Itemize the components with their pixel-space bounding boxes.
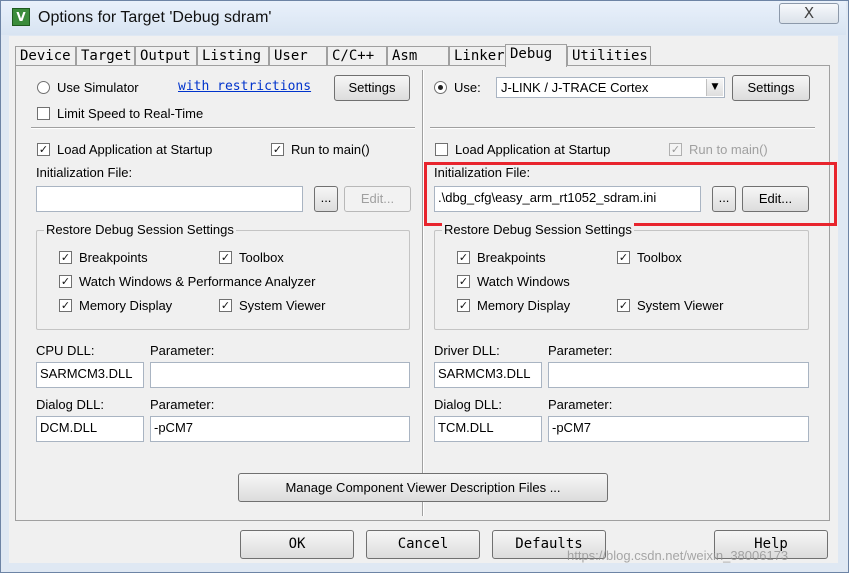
left-watch-windows-label: Watch Windows & Performance Analyzer xyxy=(79,274,316,289)
check-icon: ✓ xyxy=(60,251,71,264)
check-icon: ✓ xyxy=(458,251,469,264)
tab-asm[interactable]: Asm xyxy=(387,46,449,66)
right-dialog-dll-input[interactable]: TCM.DLL xyxy=(434,416,542,442)
manage-component-viewer-button[interactable]: Manage Component Viewer Description File… xyxy=(238,473,608,502)
simulator-settings-button[interactable]: Settings xyxy=(334,75,410,101)
use-driver-label: Use: xyxy=(454,80,481,95)
left-memory-display-checkbox[interactable]: ✓ xyxy=(59,299,72,312)
tab-listing[interactable]: Listing xyxy=(197,46,269,66)
close-icon: X xyxy=(803,4,815,22)
driver-parameter-label: Parameter: xyxy=(548,343,613,358)
close-button[interactable]: X xyxy=(779,3,839,24)
check-icon: ✓ xyxy=(38,143,49,156)
tab-device[interactable]: Device xyxy=(15,46,76,66)
tab-debug[interactable]: Debug xyxy=(505,44,567,67)
right-dialog-parameter-input[interactable]: -pCM7 xyxy=(548,416,809,442)
vertical-divider xyxy=(422,70,423,516)
check-icon: ✓ xyxy=(458,275,469,288)
use-simulator-radio[interactable] xyxy=(37,81,50,94)
left-breakpoints-checkbox[interactable]: ✓ xyxy=(59,251,72,264)
check-icon: ✓ xyxy=(618,299,629,312)
check-icon: ✓ xyxy=(272,143,283,156)
right-load-application-label: Load Application at Startup xyxy=(455,142,611,157)
driver-parameter-input[interactable] xyxy=(548,362,809,388)
check-icon: ✓ xyxy=(60,275,71,288)
tab-linker[interactable]: Linker xyxy=(449,46,507,66)
ok-button[interactable]: OK xyxy=(240,530,354,559)
left-toolbox-checkbox[interactable]: ✓ xyxy=(219,251,232,264)
debug-driver-select[interactable]: J-LINK / J-TRACE Cortex ▼ xyxy=(496,77,725,98)
right-toolbox-checkbox[interactable]: ✓ xyxy=(617,251,630,264)
check-icon: ✓ xyxy=(618,251,629,264)
right-system-viewer-checkbox[interactable]: ✓ xyxy=(617,299,630,312)
check-icon: ✓ xyxy=(220,299,231,312)
right-memory-display-label: Memory Display xyxy=(477,298,571,313)
left-dialog-parameter-label: Parameter: xyxy=(150,397,215,412)
left-watch-windows-checkbox[interactable]: ✓ xyxy=(59,275,72,288)
tab-output[interactable]: Output xyxy=(135,46,197,66)
left-run-to-main-label: Run to main() xyxy=(291,142,370,157)
chevron-down-icon[interactable]: ▼ xyxy=(706,79,723,96)
left-toolbox-label: Toolbox xyxy=(239,250,284,265)
left-load-application-checkbox[interactable]: ✓ xyxy=(37,143,50,156)
left-breakpoints-label: Breakpoints xyxy=(79,250,148,265)
right-breakpoints-checkbox[interactable]: ✓ xyxy=(457,251,470,264)
cpu-dll-input[interactable]: SARMCM3.DLL xyxy=(36,362,144,388)
right-system-viewer-label: System Viewer xyxy=(637,298,724,313)
watermark-text: https://blog.csdn.net/weixin_38006173 xyxy=(567,548,789,563)
left-load-application-label: Load Application at Startup xyxy=(57,142,213,157)
right-run-to-main-label: Run to main() xyxy=(689,142,768,157)
driver-dll-input[interactable]: SARMCM3.DLL xyxy=(434,362,542,388)
check-icon: ✓ xyxy=(670,143,681,156)
right-separator xyxy=(430,127,815,128)
limit-speed-label: Limit Speed to Real-Time xyxy=(57,106,204,121)
tab-strip: Device Target Output Listing User C/C++ … xyxy=(15,44,835,67)
use-driver-radio[interactable] xyxy=(434,81,447,94)
right-watch-windows-checkbox[interactable]: ✓ xyxy=(457,275,470,288)
right-run-to-main-checkbox[interactable]: ✓ xyxy=(669,143,682,156)
tab-user[interactable]: User xyxy=(269,46,327,66)
right-load-application-checkbox[interactable] xyxy=(435,143,448,156)
debug-driver-value: J-LINK / J-TRACE Cortex xyxy=(501,80,649,95)
left-init-file-label: Initialization File: xyxy=(36,165,133,180)
left-dialog-dll-label: Dialog DLL: xyxy=(36,397,104,412)
right-dialog-parameter-label: Parameter: xyxy=(548,397,613,412)
window-title: Options for Target 'Debug sdram' xyxy=(38,9,272,26)
right-memory-display-checkbox[interactable]: ✓ xyxy=(457,299,470,312)
left-system-viewer-label: System Viewer xyxy=(239,298,326,313)
cpu-parameter-input[interactable] xyxy=(150,362,410,388)
check-icon: ✓ xyxy=(220,251,231,264)
left-init-file-input[interactable] xyxy=(36,186,303,212)
left-dialog-parameter-input[interactable]: -pCM7 xyxy=(150,416,410,442)
left-system-viewer-checkbox[interactable]: ✓ xyxy=(219,299,232,312)
limit-speed-checkbox[interactable] xyxy=(37,107,50,120)
left-edit-button[interactable]: Edit... xyxy=(344,186,411,212)
check-icon: ✓ xyxy=(458,299,469,312)
driver-settings-button[interactable]: Settings xyxy=(732,75,810,101)
annotation-highlight-box xyxy=(424,162,837,226)
tab-c-cpp[interactable]: C/C++ xyxy=(327,46,387,66)
cpu-parameter-label: Parameter: xyxy=(150,343,215,358)
use-simulator-label: Use Simulator xyxy=(57,80,139,95)
tab-target[interactable]: Target xyxy=(76,46,135,66)
tab-utilities[interactable]: Utilities xyxy=(567,46,651,66)
right-watch-windows-label: Watch Windows xyxy=(477,274,570,289)
cpu-dll-label: CPU DLL: xyxy=(36,343,95,358)
check-icon: ✓ xyxy=(60,299,71,312)
right-breakpoints-label: Breakpoints xyxy=(477,250,546,265)
driver-dll-label: Driver DLL: xyxy=(434,343,500,358)
left-browse-button[interactable]: ... xyxy=(314,186,338,212)
left-separator xyxy=(31,127,415,128)
left-dialog-dll-input[interactable]: DCM.DLL xyxy=(36,416,144,442)
left-restore-group-title: Restore Debug Session Settings xyxy=(44,222,236,237)
keil-app-icon: V xyxy=(12,8,30,26)
right-toolbox-label: Toolbox xyxy=(637,250,682,265)
left-memory-display-label: Memory Display xyxy=(79,298,173,313)
right-restore-group-title: Restore Debug Session Settings xyxy=(442,222,634,237)
with-restrictions-link[interactable]: with restrictions xyxy=(178,79,311,94)
left-run-to-main-checkbox[interactable]: ✓ xyxy=(271,143,284,156)
right-dialog-dll-label: Dialog DLL: xyxy=(434,397,502,412)
cancel-button[interactable]: Cancel xyxy=(366,530,480,559)
